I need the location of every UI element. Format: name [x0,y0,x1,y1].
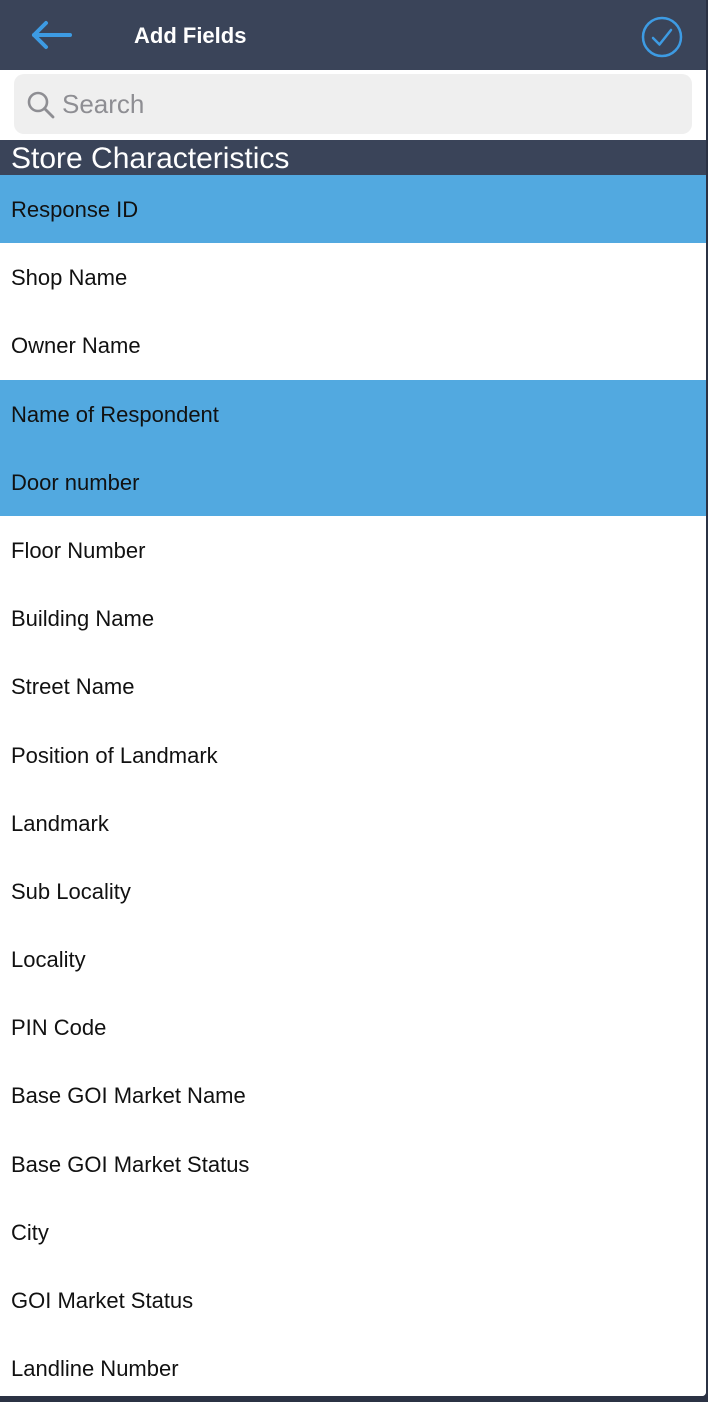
field-list-item[interactable]: Name of Respondent [0,379,706,448]
field-list-item[interactable]: Sub Locality [0,856,706,926]
screen: Add Fields Store Characteristics Respons… [0,0,708,1402]
back-button[interactable] [22,14,78,56]
field-list-item[interactable]: Shop Name [0,243,706,312]
field-list-item[interactable]: Building Name [0,584,706,653]
field-list-item[interactable]: Locality [0,925,706,994]
field-list-item[interactable]: Floor Number [0,515,706,585]
arrow-left-icon [32,21,72,49]
check-circle-icon [641,16,683,58]
search-bar [0,70,706,140]
field-list: Response ID Shop Name Owner Name Name of Re… [0,175,706,1396]
field-list-item[interactable]: Base GOI Market Name [0,1061,706,1130]
field-list-item[interactable]: City [0,1197,706,1266]
field-list-item[interactable]: Door number [0,447,706,516]
page-title: Add Fields [134,23,247,48]
field-list-item[interactable]: Owner Name [0,311,706,380]
section-header: Store Characteristics [0,140,706,175]
field-list-item[interactable]: Base GOI Market Status [0,1129,706,1198]
navigation-bar: Add Fields [0,0,706,70]
field-list-item[interactable]: GOI Market Status [0,1266,706,1335]
field-list-item[interactable]: Response ID [0,175,706,244]
field-list-item[interactable]: PIN Code [0,993,706,1062]
field-list-item[interactable]: Position of Landmark [0,720,706,789]
done-button[interactable] [640,15,684,59]
search-input[interactable] [62,80,672,128]
search-field[interactable] [14,74,692,134]
field-list-item[interactable]: Street Name [0,652,706,721]
field-list-item[interactable]: Landline Number [0,1334,706,1396]
field-list-item[interactable]: Landmark [0,788,706,857]
search-icon [27,91,55,119]
add-fields-panel: Add Fields Store Characteristics Respons… [0,0,706,1396]
